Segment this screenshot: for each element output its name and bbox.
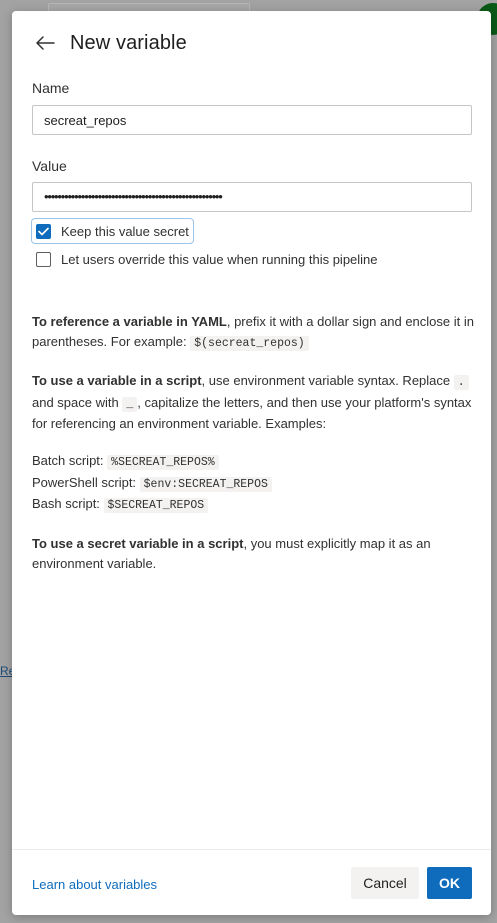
keep-secret-checkbox[interactable]: Keep this value secret [31,218,194,244]
value-masked-text: ••••••••••••••••••••••••••••••••••••••••… [44,189,223,204]
bash-example: Bash script: $SECREAT_REPOS [32,494,477,516]
secret-info-heading: To use a secret variable in a script [32,536,244,551]
batch-label: Batch script: [32,453,108,468]
override-checkbox[interactable]: Let users override this value when runni… [32,247,382,271]
cancel-button[interactable]: Cancel [351,867,419,899]
new-variable-dialog: New variable Name Value ••••••••••••••••… [12,11,491,915]
underscore-code: _ [122,396,138,412]
yaml-info-heading: To reference a variable in YAML [32,314,227,329]
bash-label: Bash script: [32,496,104,511]
ok-button[interactable]: OK [427,867,472,899]
bash-code: $SECREAT_REPOS [103,498,209,513]
batch-code: %SECREAT_REPOS% [107,455,219,470]
powershell-example: PowerShell script: $env:SECREAT_REPOS [32,473,477,495]
checkbox-checked [36,223,51,239]
script-examples: Batch script: %SECREAT_REPOS% PowerShell… [32,451,477,516]
dialog-title: New variable [70,31,187,54]
checkmark-icon [38,227,49,235]
secret-info: To use a secret variable in a script, yo… [32,534,477,573]
name-input[interactable] [32,105,472,135]
back-button[interactable] [32,30,58,56]
value-label: Value [32,158,67,174]
script-info: To use a variable in a script, use envir… [32,371,477,434]
powershell-code: $env:SECREAT_REPOS [139,476,272,492]
keep-secret-label: Keep this value secret [61,223,189,239]
batch-example: Batch script: %SECREAT_REPOS% [32,451,477,473]
checkbox-unchecked [36,251,51,267]
script-info-text-2: and space with [32,394,123,410]
learn-about-variables-link[interactable]: Learn about variables [32,877,157,892]
override-label: Let users override this value when runni… [61,251,378,267]
value-input[interactable]: ••••••••••••••••••••••••••••••••••••••••… [32,182,472,212]
script-info-text: , use environment variable syntax. Repla… [201,373,454,388]
dialog-header: New variable [32,30,187,56]
arrow-left-icon [36,36,55,50]
footer-divider [12,849,491,850]
dot-code: . [453,375,469,390]
yaml-info: To reference a variable in YAML, prefix … [32,312,477,353]
script-info-heading: To use a variable in a script [32,373,202,388]
name-label: Name [32,80,70,96]
powershell-label: PowerShell script: [32,474,140,490]
yaml-example-code: $(secreat_repos) [190,335,309,351]
